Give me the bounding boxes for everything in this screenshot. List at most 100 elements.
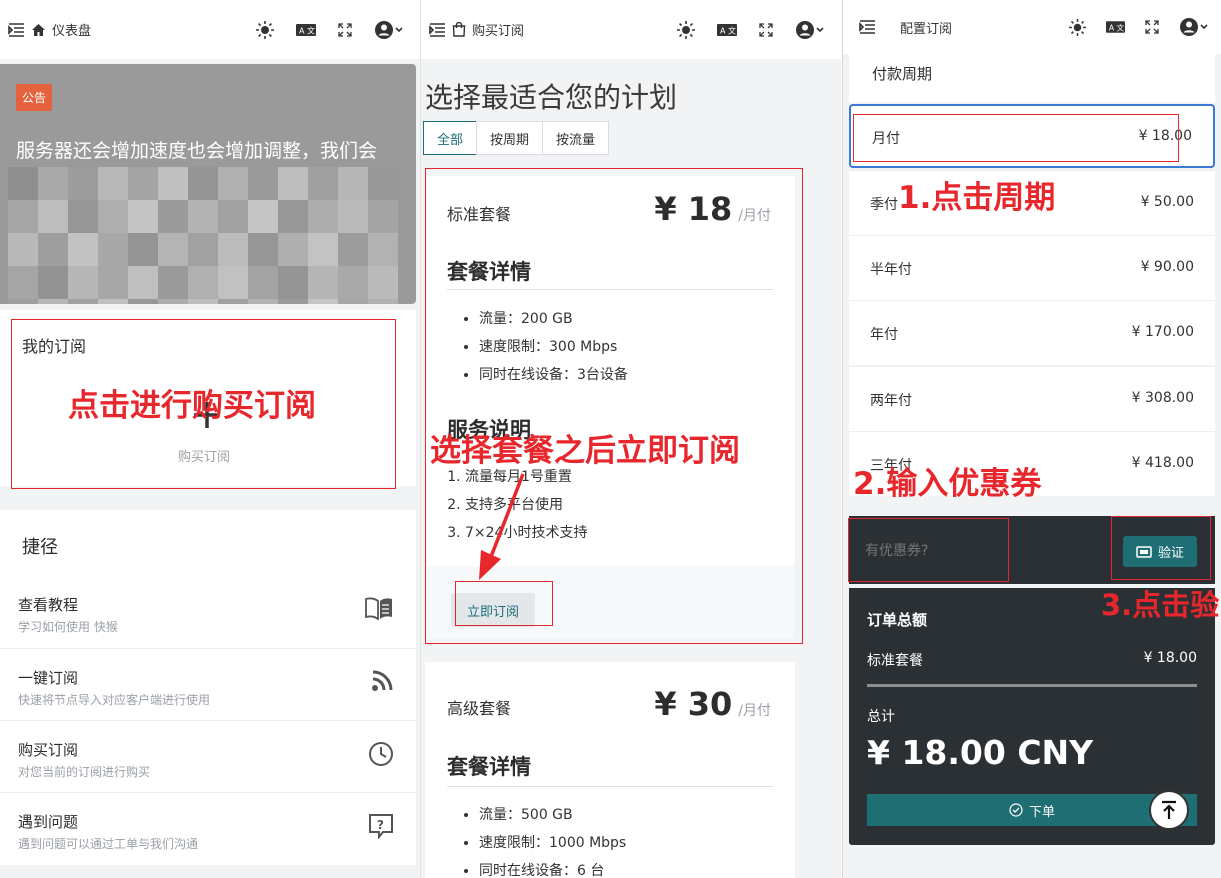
blurred-notice-content: [8, 167, 398, 304]
scroll-to-top-button[interactable]: [1149, 790, 1189, 830]
shortcut-tutorial[interactable]: 查看教程 学习如何使用 快猴: [0, 576, 416, 647]
shortcut-subtitle: 遇到问题可以通过工单与我们沟通: [18, 837, 199, 851]
total-value: ¥ 18.00 CNY: [867, 733, 1094, 772]
translate-icon[interactable]: A文: [717, 23, 737, 36]
home-icon: [31, 23, 46, 37]
shortcut-title: 遇到问题: [18, 813, 79, 831]
plan-details-heading: 套餐详情: [447, 260, 531, 284]
cycle-option-yearly[interactable]: 年付 ¥ 170.00: [849, 300, 1215, 365]
menu-toggle-icon[interactable]: [429, 22, 446, 37]
configure-panel: 配置订阅 A文 付款周期 月付 ¥ 18.00 季付 ¥ 50.00 半年付 ¥…: [842, 0, 1221, 878]
shortcut-subtitle: 快速将节点导入对应客户端进行使用: [18, 693, 211, 707]
cycle-option-two-year[interactable]: 两年付 ¥ 308.00: [849, 366, 1215, 431]
buy-subscription-label: 购买订阅: [178, 450, 231, 465]
coupon-input[interactable]: [865, 536, 1005, 566]
user-menu-icon[interactable]: [1179, 17, 1209, 37]
cycle-name: 季付: [870, 197, 898, 213]
theme-toggle-icon[interactable]: [677, 20, 695, 39]
cycle-price: ¥ 418.00: [1131, 455, 1194, 471]
shortcut-subtitle: 学习如何使用 快猴: [18, 620, 118, 634]
theme-toggle-icon[interactable]: [1069, 18, 1086, 36]
list-item: 同时在线设备：6 台: [479, 857, 626, 878]
annotation-text: 选择套餐之后立即订阅: [430, 433, 740, 469]
topbar-title: 配置订阅: [900, 21, 953, 37]
tab-all[interactable]: 全部: [423, 121, 478, 155]
svg-text:A: A: [720, 26, 726, 35]
svg-text:A: A: [1109, 23, 1115, 32]
rss-icon: [370, 669, 394, 693]
list-item: 速度限制：1000 Mbps: [479, 829, 626, 857]
line-item-name: 标准套餐: [867, 653, 923, 669]
svg-text:?: ?: [377, 818, 384, 832]
shortcut-help[interactable]: 遇到问题 遇到问题可以通过工单与我们沟通 ?: [0, 792, 416, 863]
arrow-up-icon: [1160, 800, 1178, 820]
list-item: 同时在线设备：3台设备: [479, 361, 628, 389]
verify-coupon-button[interactable]: 验证: [1123, 536, 1197, 567]
coupon-bar: 验证: [849, 516, 1215, 584]
shortcut-buy-subscription[interactable]: 购买订阅 对您当前的订阅进行购买: [0, 720, 416, 791]
menu-toggle-icon[interactable]: [8, 22, 25, 37]
subscribe-now-button[interactable]: 立即订阅: [451, 593, 535, 627]
cycle-option-half-year[interactable]: 半年付 ¥ 90.00: [849, 235, 1215, 300]
notice-banner[interactable]: 公告 服务器还会增加速度也会增加调整，我们会: [0, 64, 416, 304]
fullscreen-icon[interactable]: [1145, 20, 1159, 34]
my-subscription-title: 我的订阅: [22, 337, 87, 356]
payment-cycle-title: 付款周期: [872, 65, 933, 83]
user-menu-icon[interactable]: [795, 20, 825, 40]
svg-text:A: A: [299, 26, 305, 35]
ticket-icon: [1136, 545, 1152, 558]
payment-cycle-card: 付款周期: [849, 54, 1215, 102]
verify-label: 验证: [1157, 546, 1184, 561]
tab-by-traffic[interactable]: 按流量: [542, 121, 610, 155]
list-item: 流量：200 GB: [479, 305, 628, 333]
configure-topbar: 配置订阅 A文: [843, 0, 1221, 54]
book-icon: [364, 596, 394, 620]
cycle-price: ¥ 90.00: [1140, 259, 1194, 275]
fullscreen-icon[interactable]: [338, 22, 352, 37]
plan-details-heading: 套餐详情: [447, 755, 531, 779]
topbar-title: 仪表盘: [52, 24, 92, 39]
cycle-name: 月付: [872, 131, 900, 147]
dashboard-panel: 仪表盘 A文 公告 服务器还会增加速度也会增加调整，我们会 我的订阅 购买订阅 …: [0, 0, 420, 878]
topbar-title: 购买订阅: [472, 24, 525, 39]
cycle-name: 年付: [870, 327, 898, 343]
divider: [447, 786, 773, 787]
fullscreen-icon[interactable]: [759, 22, 773, 37]
translate-icon[interactable]: A文: [296, 23, 316, 36]
cycle-price: ¥ 170.00: [1131, 324, 1194, 340]
cycle-price: ¥ 18.00: [1138, 128, 1192, 144]
place-order-label: 下单: [1028, 804, 1055, 820]
plan-name: 高级套餐: [447, 699, 512, 718]
line-item-price: ¥ 18.00: [1143, 650, 1197, 666]
translate-icon[interactable]: A文: [1106, 21, 1125, 33]
annotation-text: 1.点击周期: [898, 180, 1056, 216]
list-item: 流量：500 GB: [479, 801, 626, 829]
shortcut-one-click-subscribe[interactable]: 一键订阅 快速将节点导入对应客户端进行使用: [0, 648, 416, 719]
purchase-panel: 购买订阅 A文 选择最适合您的计划 全部 按周期 按流量 标准套餐 ¥ 18/月…: [420, 0, 841, 878]
annotation-text: 点击进行购买订阅: [68, 388, 316, 424]
menu-toggle-icon[interactable]: [859, 20, 876, 34]
shortcut-title: 查看教程: [18, 596, 79, 614]
theme-toggle-icon[interactable]: [256, 20, 274, 39]
cycle-price: ¥ 308.00: [1131, 390, 1194, 406]
cycle-option-monthly[interactable]: 月付 ¥ 18.00: [849, 104, 1215, 168]
tab-by-cycle[interactable]: 按周期: [476, 121, 544, 155]
svg-text:文: 文: [728, 25, 736, 35]
plan-name: 标准套餐: [447, 205, 512, 224]
shortcuts-title: 捷径: [22, 537, 58, 558]
shopping-bag-icon: [452, 22, 466, 37]
plan-price: ¥ 30/月付: [654, 685, 771, 723]
plan-details-list: 流量：500 GB 速度限制：1000 Mbps 同时在线设备：6 台: [479, 801, 626, 878]
purchase-topbar: 购买订阅 A文: [421, 0, 841, 59]
svg-text:文: 文: [307, 25, 315, 35]
plan-price: ¥ 18/月付: [654, 190, 771, 228]
help-chat-icon: ?: [368, 813, 394, 839]
cycle-price: ¥ 50.00: [1140, 194, 1194, 210]
notice-badge: 公告: [16, 84, 53, 111]
annotation-text: 3.点击验: [1101, 588, 1220, 622]
place-order-button[interactable]: 下单: [867, 794, 1197, 826]
user-menu-icon[interactable]: [374, 20, 404, 40]
divider: [447, 289, 773, 290]
cycle-name: 两年付: [870, 393, 912, 409]
plan-filter-tabs: 全部 按周期 按流量: [423, 121, 610, 155]
